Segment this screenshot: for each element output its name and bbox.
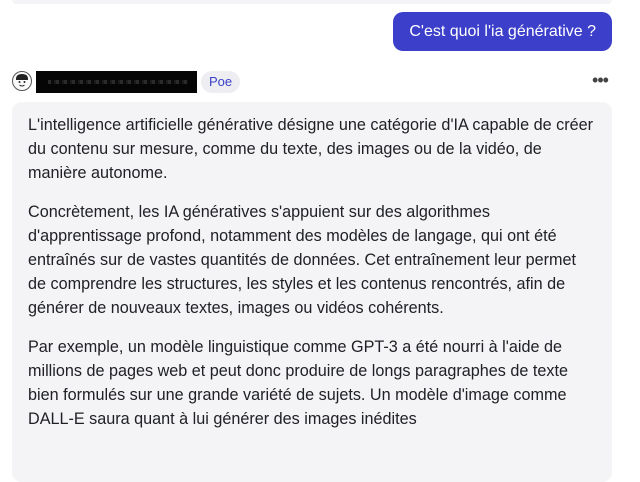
bot-message-paragraph: Concrètement, les IA génératives s'appui… bbox=[28, 203, 577, 317]
bot-message-paragraph: L'intelligence artificielle générative d… bbox=[28, 116, 594, 182]
bot-message-header: Poe ••• bbox=[12, 70, 612, 94]
previous-message-bubble bbox=[12, 0, 612, 4]
redacted-bot-name bbox=[36, 71, 197, 93]
user-message-bubble: C'est quoi l'ia générative ? bbox=[393, 12, 612, 51]
bot-message-bubble: L'intelligence artificielle générative d… bbox=[12, 102, 612, 482]
bot-message-paragraph: Par exemple, un modèle linguistique comm… bbox=[28, 338, 568, 428]
avatar-icon[interactable] bbox=[12, 71, 32, 91]
bot-badge[interactable]: Poe bbox=[201, 71, 241, 93]
more-horizontal-icon[interactable]: ••• bbox=[588, 70, 612, 94]
